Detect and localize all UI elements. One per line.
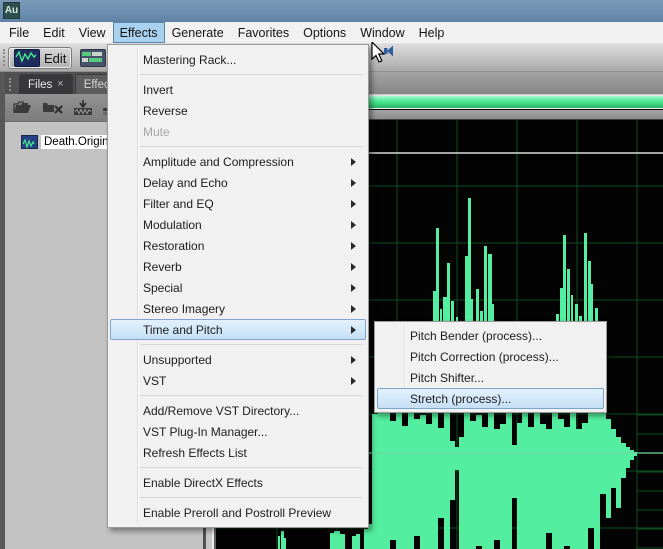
panel-grip[interactable]: [9, 78, 16, 91]
menu-item-label: Amplitude and Compression: [143, 155, 294, 169]
effects-menu-item-add-remove-vst-directory[interactable]: Add/Remove VST Directory...: [110, 400, 366, 421]
menubar-item-window[interactable]: Window: [353, 22, 411, 43]
menu-item-label: Refresh Effects List: [143, 446, 247, 460]
menubar-item-file[interactable]: File: [2, 22, 36, 43]
edit-view-label: Edit: [44, 51, 66, 66]
menu-item-label: Invert: [143, 83, 173, 97]
effects-menu-item-reverse[interactable]: Reverse: [110, 100, 366, 121]
submenu-arrow-icon: [351, 242, 356, 250]
menu-item-label: Unsupported: [143, 353, 212, 367]
menubar-item-favorites[interactable]: Favorites: [231, 22, 296, 43]
menu-separator: [140, 74, 362, 75]
audition-window: Au FileEditViewEffectsGenerateFavoritesO…: [0, 0, 663, 549]
submenu-arrow-icon: [351, 179, 356, 187]
menu-item-label: Mastering Rack...: [143, 53, 236, 67]
tab-files[interactable]: Files ×: [19, 74, 73, 94]
effects-menu-item-unsupported[interactable]: Unsupported: [110, 349, 366, 370]
menu-item-label: Delay and Echo: [143, 176, 228, 190]
effects-menu-item-delay-and-echo[interactable]: Delay and Echo: [110, 172, 366, 193]
menu-item-label: Time and Pitch: [143, 323, 223, 337]
menu-item-label: Stretch (process)...: [410, 392, 511, 406]
open-file-icon[interactable]: [12, 99, 33, 116]
submenu-item-pitch-bender-process[interactable]: Pitch Bender (process)...: [377, 325, 604, 346]
menu-item-label: Stereo Imagery: [143, 302, 225, 316]
submenu-arrow-icon: [351, 263, 356, 271]
effects-menu-item-modulation[interactable]: Modulation: [110, 214, 366, 235]
menu-separator: [140, 467, 362, 468]
import-file-icon[interactable]: [73, 99, 93, 117]
menu-item-label: Enable DirectX Effects: [143, 476, 263, 490]
close-file-icon[interactable]: [42, 99, 64, 116]
menu-separator: [140, 146, 362, 147]
submenu-item-pitch-correction-process[interactable]: Pitch Correction (process)...: [377, 346, 604, 367]
effects-menu-item-filter-and-eq[interactable]: Filter and EQ: [110, 193, 366, 214]
menubar-item-generate[interactable]: Generate: [165, 22, 231, 43]
effects-menu-item-special[interactable]: Special: [110, 277, 366, 298]
menubar-item-help[interactable]: Help: [412, 22, 452, 43]
menu-item-label: Filter and EQ: [143, 197, 214, 211]
audio-file-icon: [21, 135, 38, 149]
tab-files-label: Files: [28, 79, 52, 91]
menu-separator: [140, 344, 362, 345]
effects-menu-item-mastering-rack[interactable]: Mastering Rack...: [110, 49, 366, 70]
effects-menu-item-stereo-imagery[interactable]: Stereo Imagery: [110, 298, 366, 319]
edit-view-icon: [14, 49, 40, 67]
effects-menu-item-refresh-effects-list[interactable]: Refresh Effects List: [110, 442, 366, 463]
submenu-arrow-icon: [351, 326, 356, 334]
menubar-item-options[interactable]: Options: [296, 22, 353, 43]
menu-separator: [140, 395, 362, 396]
file-item[interactable]: Death.Original: [21, 135, 121, 149]
title-bar[interactable]: Au: [0, 0, 663, 22]
effects-menu-item-reverb[interactable]: Reverb: [110, 256, 366, 277]
submenu-arrow-icon: [351, 356, 356, 364]
effects-menu-item-invert[interactable]: Invert: [110, 79, 366, 100]
edit-view-button[interactable]: Edit: [8, 47, 72, 69]
menu-bar: FileEditViewEffectsGenerateFavoritesOpti…: [0, 22, 663, 44]
menu-separator: [140, 497, 362, 498]
tab-close-icon[interactable]: ×: [57, 79, 63, 90]
menu-item-label: Enable Preroll and Postroll Preview: [143, 506, 331, 520]
menu-item-label: Pitch Shifter...: [410, 371, 484, 385]
menubar-item-view[interactable]: View: [72, 22, 113, 43]
effects-menu-item-time-and-pitch[interactable]: Time and Pitch: [110, 319, 366, 340]
multitrack-view-icon: [80, 49, 106, 67]
effects-menu-item-mute[interactable]: Mute: [110, 121, 366, 142]
menu-item-label: Special: [143, 281, 182, 295]
time-and-pitch-submenu: Pitch Bender (process)... Pitch Correctio…: [374, 321, 607, 413]
effects-menu-item-vst[interactable]: VST: [110, 370, 366, 391]
menubar-item-edit[interactable]: Edit: [36, 22, 72, 43]
submenu-item-pitch-shifter[interactable]: Pitch Shifter...: [377, 367, 604, 388]
menu-item-label: Reverb: [143, 260, 182, 274]
submenu-arrow-icon: [351, 221, 356, 229]
effects-menu-item-vst-plug-in-manager[interactable]: VST Plug-In Manager...: [110, 421, 366, 442]
menu-item-label: Modulation: [143, 218, 202, 232]
menu-item-label: Mute: [143, 125, 170, 139]
menu-item-label: Add/Remove VST Directory...: [143, 404, 299, 418]
mouse-cursor-icon: [371, 42, 399, 73]
effects-menu-item-restoration[interactable]: Restoration: [110, 235, 366, 256]
submenu-arrow-icon: [351, 377, 356, 385]
app-icon: Au: [3, 2, 20, 19]
menu-item-label: Pitch Correction (process)...: [410, 350, 559, 364]
effects-menu: Mastering Rack... Invert Reverse Mute Amplit…: [107, 44, 369, 528]
submenu-arrow-icon: [351, 158, 356, 166]
menu-item-label: VST: [143, 374, 166, 388]
submenu-arrow-icon: [351, 284, 356, 292]
submenu-arrow-icon: [351, 200, 356, 208]
submenu-arrow-icon: [351, 305, 356, 313]
submenu-item-stretch-process[interactable]: Stretch (process)...: [377, 388, 604, 409]
menu-item-label: Restoration: [143, 239, 204, 253]
menu-item-label: Reverse: [143, 104, 188, 118]
menu-item-label: VST Plug-In Manager...: [143, 425, 268, 439]
effects-menu-item-enable-preroll-and-postroll-preview[interactable]: Enable Preroll and Postroll Preview: [110, 502, 366, 523]
effects-menu-item-enable-directx-effects[interactable]: Enable DirectX Effects: [110, 472, 366, 493]
menu-item-label: Pitch Bender (process)...: [410, 329, 542, 343]
effects-menu-item-amplitude-and-compression[interactable]: Amplitude and Compression: [110, 151, 366, 172]
menubar-item-effects[interactable]: Effects: [113, 22, 165, 43]
